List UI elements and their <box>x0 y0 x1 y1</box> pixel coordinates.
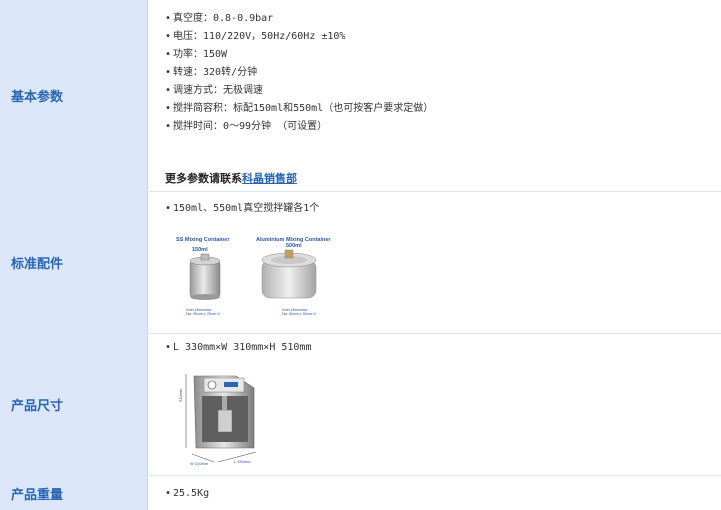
row-label: 基本参数 <box>0 0 148 191</box>
contact-prefix: 更多参数请联系 <box>165 172 242 185</box>
list-item: • 调速方式：无极调速 <box>165 85 263 96</box>
list-item-text: 搅拌简容积：标配150ml和550ml（也可按客户要求定做） <box>173 103 434 114</box>
dim-text: 510mm <box>178 388 183 402</box>
row-label: 产品重量 <box>0 476 148 510</box>
spec-table: 基本参数 • 真空度：0.8-0.9bar • 电压：110/220V，50Hz/6… <box>0 0 721 510</box>
list-item-text: 真空度：0.8-0.9bar <box>173 13 274 24</box>
row-basic-params: 基本参数 • 真空度：0.8-0.9bar • 电压：110/220V，50Hz/6… <box>0 0 721 192</box>
dim-text: Dia. 86mm x 92mm H <box>282 312 316 316</box>
dimension-note: Inner Dimension Dia. 86mm x 92mm H <box>282 308 316 316</box>
list-item-text: L 330mm×W 310mm×H 510mm <box>173 342 312 353</box>
list-item-text: 电压：110/220V，50Hz/60Hz ±10% <box>173 31 346 42</box>
list-item: • 真空度：0.8-0.9bar <box>165 13 274 24</box>
dim-text: Dia. 56mm x 75mm H <box>186 312 220 316</box>
list-item: • 搅拌时间：0～99分钟 （可设置） <box>165 121 328 132</box>
list-item: • 功率：150W <box>165 49 228 60</box>
row-label: 产品尺寸 <box>0 334 148 475</box>
row-product-size: 产品尺寸 • L 330mm×W 310mm×H 510mm 510mm W 3… <box>0 334 721 476</box>
list-item: • L 330mm×W 310mm×H 510mm <box>165 342 312 353</box>
machine-illustration <box>185 374 257 463</box>
dim-text: W 310mm <box>190 461 209 466</box>
list-item: • 转速：320转/分钟 <box>165 67 258 78</box>
list-item: • 电压：110/220V，50Hz/60Hz ±10% <box>165 31 346 42</box>
contact-line: 更多参数请联系科晶销售部 <box>165 170 297 186</box>
machine-image: 510mm W 310mm L 330mm <box>178 370 274 470</box>
row-content: • L 330mm×W 310mm×H 510mm 510mm W 310mm … <box>148 334 721 475</box>
dimension-note: Inner Dimension Dia. 56mm x 75mm H <box>186 308 220 316</box>
row-product-weight: 产品重量 • 25.5Kg <box>0 476 721 510</box>
row-content: • 真空度：0.8-0.9bar • 电压：110/220V，50Hz/60Hz ±… <box>148 0 721 191</box>
list-item: • 150ml、550ml真空搅拌罐各1个 <box>165 203 320 214</box>
row-content: • 25.5Kg <box>148 476 721 510</box>
row-content: • 150ml、550ml真空搅拌罐各1个 SS Mixing Container… <box>148 192 721 333</box>
list-item-text: 转速：320转/分钟 <box>173 67 258 78</box>
list-item-text: 150ml、550ml真空搅拌罐各1个 <box>173 203 320 214</box>
list-item-text: 搅拌时间：0～99分钟 （可设置） <box>173 121 328 132</box>
row-label: 标准配件 <box>0 192 148 333</box>
list-item: • 搅拌简容积：标配150ml和550ml（也可按客户要求定做） <box>165 103 434 114</box>
row-standard-accessories: 标准配件 • 150ml、550ml真空搅拌罐各1个 SS Mixing Cont… <box>0 192 721 334</box>
dim-text: L 330mm <box>234 459 251 464</box>
list-item: • 25.5Kg <box>165 488 210 499</box>
sales-dept-link[interactable]: 科晶销售部 <box>242 172 297 185</box>
list-item-text: 25.5Kg <box>173 488 210 499</box>
list-item-text: 调速方式：无极调速 <box>173 85 263 96</box>
list-item-text: 功率：150W <box>173 49 228 60</box>
containers-image: SS Mixing Container 150ml Aluminium Mixi… <box>174 234 334 320</box>
